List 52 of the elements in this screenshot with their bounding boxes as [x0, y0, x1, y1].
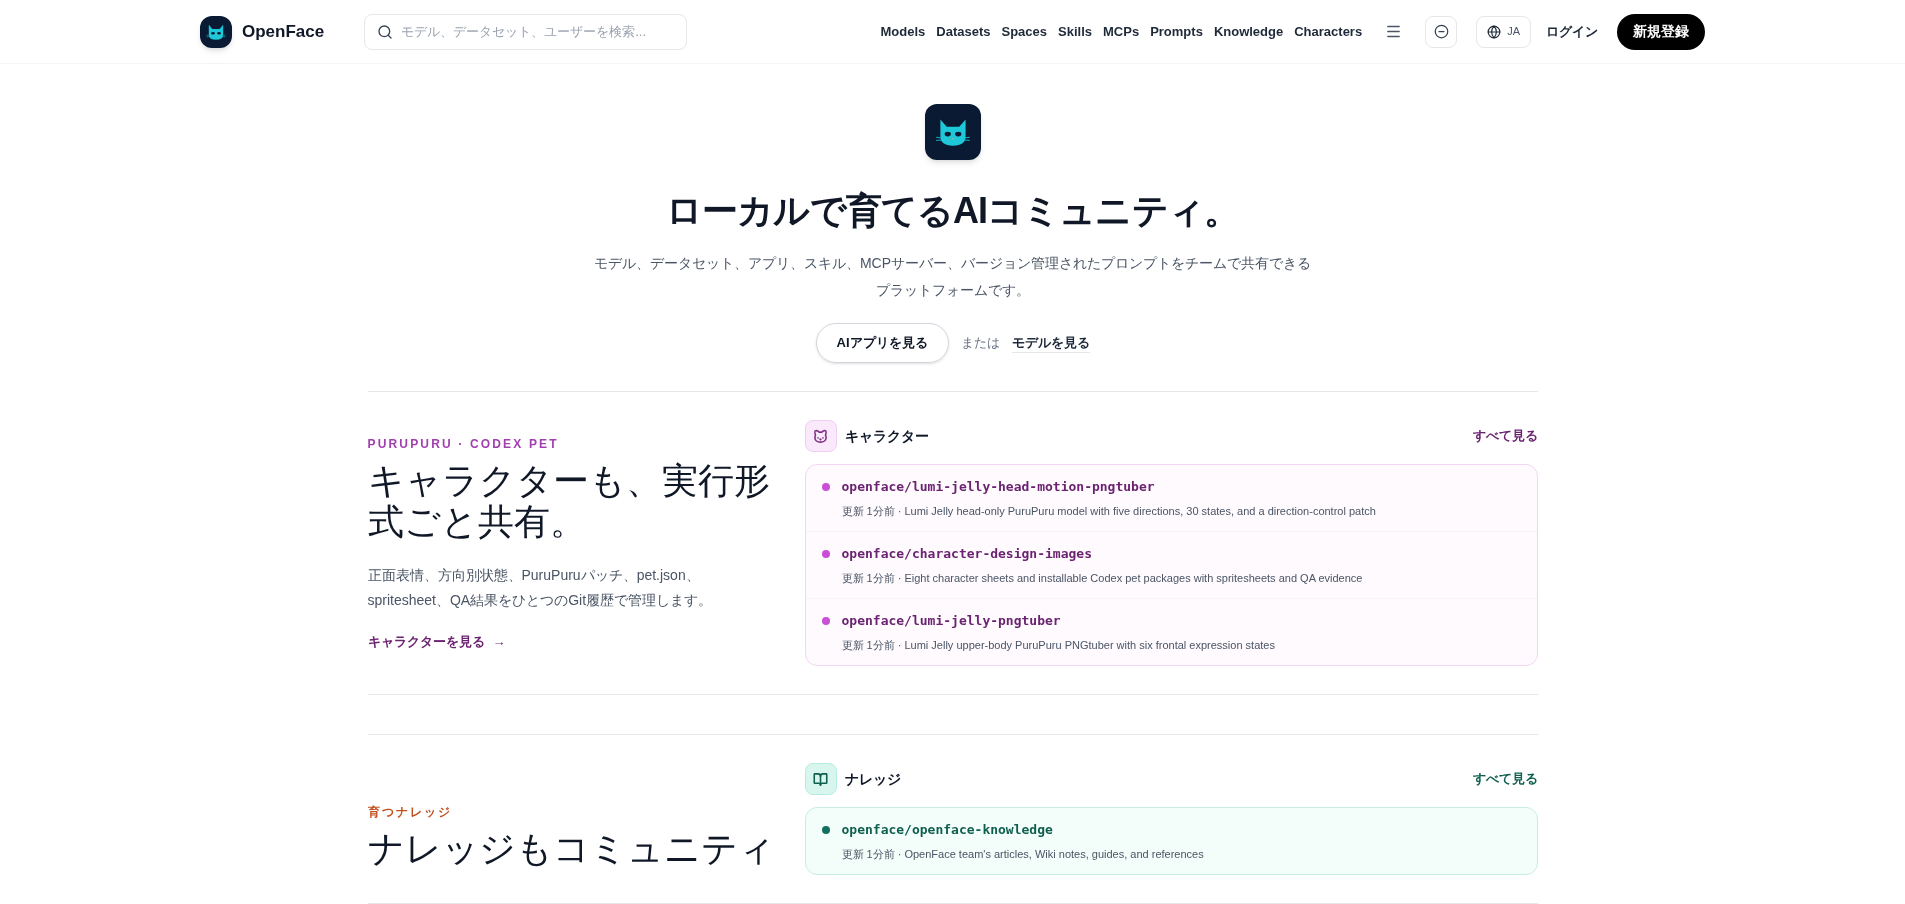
repo-name[interactable]: openface/lumi-jelly-pngtuber	[841, 611, 1061, 631]
repo-meta: 更新 1分前 · OpenFace team's articles, Wiki notes, guides, and references	[840, 846, 1205, 862]
section-link[interactable]: キャラクターを見る →	[367, 632, 778, 652]
search-field[interactable]: モデル、データセット、ユーザーを検索...	[364, 13, 688, 50]
nav-link[interactable]: Datasets	[936, 21, 991, 42]
panel-title: ナレッジ	[844, 769, 901, 789]
nav-link[interactable]: Characters	[1294, 21, 1363, 42]
repo-meta: 更新 1分前 · Eight character sheets and installable Codex pet packages with spritesheets and QA evidence	[840, 570, 1364, 586]
repo-row[interactable]: openface/lumi-jelly-head-motion-pngtuber 更新 1分前 · Lumi Jelly head-only PuruPuru model with five directions, 30 states, and a direction-control patch	[805, 465, 1537, 533]
repo-meta: 更新 1分前 · Lumi Jelly upper-body PuruPuru PNGtuber with six frontal expression states	[840, 637, 1276, 653]
link-label[interactable]: キャラクターを見る	[367, 632, 485, 652]
menu-icon[interactable]	[1385, 23, 1403, 40]
cat-logo-icon	[924, 104, 981, 160]
or-text: または	[960, 334, 1000, 353]
nav-link[interactable]: MCPs	[1103, 21, 1140, 42]
see-all-link[interactable]: すべて見る	[1472, 769, 1538, 789]
hero-subtitle: モデル、データセット、アプリ、スキル、MCPサーバー、バージョン管理されたプロンプトをチームで共有できるプラットフォームです。	[592, 254, 1313, 300]
repo-row[interactable]: openface/lumi-jelly-pngtuber 更新 1分前 · Lumi Jelly upper-body PuruPuru PNGtuber with six frontal expression states	[805, 599, 1537, 666]
login-link[interactable]: ログイン	[1546, 21, 1598, 42]
nav-link[interactable]: Spaces	[1001, 21, 1048, 42]
section-eyebrow: 育つナレッジ	[367, 804, 454, 822]
repo-row[interactable]: openface/character-design-images 更新 1分前 · Eight character sheets and installable Codex pet packages with spritesheets and QA evidence	[805, 532, 1537, 600]
section-heading: ナレッジもコミュニティ	[367, 829, 776, 871]
nav-link[interactable]: Models	[880, 21, 926, 42]
signup-button[interactable]: 新規登録	[1617, 13, 1705, 50]
section-heading: キャラクターも、実行形式ごと共有。	[367, 460, 771, 544]
see-all-link[interactable]: すべて見る	[1472, 426, 1538, 446]
search-input[interactable]: モデル、データセット、ユーザーを検索...	[401, 21, 675, 42]
cat-logo-icon	[200, 15, 232, 48]
circle-minus-icon	[1433, 24, 1449, 39]
models-link[interactable]: モデルを見る	[1011, 332, 1090, 354]
repo-name[interactable]: openface/character-design-images	[841, 544, 1092, 564]
theme-toggle-button[interactable]	[1425, 15, 1458, 48]
globe-icon	[1487, 24, 1502, 39]
repo-meta: 更新 1分前 · Lumi Jelly head-only PuruPuru model with five directions, 30 states, and a direction-control patch	[840, 503, 1377, 519]
repo-name[interactable]: openface/lumi-jelly-head-motion-pngtuber	[841, 477, 1155, 497]
repo-name[interactable]: openface/openface-knowledge	[841, 820, 1053, 840]
section-description: 正面表情、方向別状態、PuruPuruパッチ、pet.json、spritesheet、QA結果をひとつのGit履歴で管理します。	[367, 566, 714, 610]
search-icon	[377, 23, 394, 40]
hero-title: ローカルで育てるAIコミュニティ。	[666, 189, 1239, 233]
language-button[interactable]: JA	[1476, 15, 1531, 48]
cat-icon	[804, 420, 837, 453]
panel-title: キャラクター	[844, 426, 929, 446]
arrow-text: →	[492, 633, 506, 652]
nav-link[interactable]: Skills	[1058, 21, 1092, 42]
brand-name[interactable]: OpenFace	[242, 18, 325, 45]
repo-row[interactable]: openface/openface-knowledge 更新 1分前 · OpenFace team's articles, Wiki notes, guides, and references	[805, 808, 1537, 875]
nav-link[interactable]: Prompts	[1150, 21, 1203, 42]
section-eyebrow: PURUPURU · CODEX PET	[367, 435, 560, 453]
language-code: JA	[1507, 24, 1520, 40]
book-icon	[804, 763, 837, 796]
nav-link[interactable]: Knowledge	[1213, 21, 1284, 42]
